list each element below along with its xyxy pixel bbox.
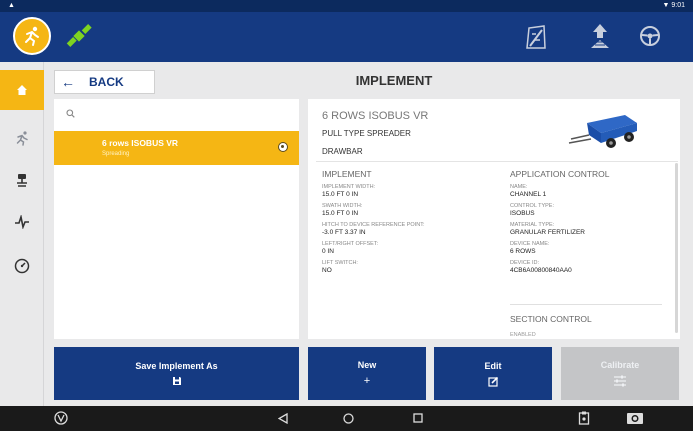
status-right: ▼ 9:01 bbox=[662, 2, 685, 9]
recent-apps-icon[interactable] bbox=[413, 413, 423, 423]
new-button-label: New bbox=[357, 360, 377, 370]
field-device-id: DEVICE ID: 4CB6A00800840AA0 bbox=[510, 260, 572, 274]
field-lift-switch: LIFT SWITCH: NO bbox=[322, 260, 358, 274]
arrow-left-icon: ← bbox=[61, 74, 75, 90]
running-person-icon bbox=[16, 131, 28, 146]
divider bbox=[510, 304, 662, 305]
sidebar-item-implement[interactable] bbox=[0, 160, 44, 200]
clipboard-icon[interactable] bbox=[578, 411, 590, 425]
calibrate-button[interactable]: Calibrate bbox=[561, 347, 679, 400]
back-button[interactable]: ← BACK bbox=[54, 70, 155, 94]
running-person-icon bbox=[25, 26, 39, 46]
sidebar-item-diagnostics[interactable] bbox=[0, 202, 44, 242]
field-implement-width: IMPLEMENT WIDTH: 15.0 FT 0 IN bbox=[322, 184, 376, 198]
list-item[interactable]: 6 rows ISOBUS VR Spreading bbox=[54, 131, 299, 165]
spreader-image bbox=[568, 115, 637, 148]
android-navigation-bar bbox=[0, 406, 693, 431]
app-window: ▲ ▼ 9:01 ← BACK IMPLEMENT 6 rows ISOBUS … bbox=[0, 0, 693, 431]
implement-section: IMPLEMENT IMPLEMENT WIDTH: 15.0 FT 0 IN … bbox=[322, 169, 502, 279]
field-left-right-offset: LEFT/RIGHT OFFSET: 0 IN bbox=[322, 241, 379, 255]
back-triangle-icon[interactable] bbox=[278, 413, 288, 424]
sidebar-item-gauges[interactable] bbox=[0, 246, 44, 286]
calibrate-button-label: Calibrate bbox=[600, 360, 640, 370]
page-title: IMPLEMENT bbox=[355, 73, 433, 88]
application-control-section: APPLICATION CONTROL NAME: CHANNEL 1 CONT… bbox=[510, 169, 670, 279]
section-control-enabled-label: ENABLED bbox=[510, 332, 536, 338]
list-item-name: 6 rows ISOBUS VR bbox=[102, 138, 179, 148]
list-item-subtitle: Spreading bbox=[102, 151, 130, 157]
steering-wheel-icon[interactable] bbox=[638, 22, 662, 50]
save-implement-as-label: Save Implement As bbox=[135, 361, 218, 371]
top-header-bar bbox=[0, 12, 693, 62]
implement-hitch: DRAWBAR bbox=[322, 147, 363, 156]
implement-icon bbox=[17, 174, 27, 187]
new-button[interactable]: New + bbox=[308, 347, 426, 400]
home-circle-icon[interactable] bbox=[343, 413, 354, 424]
field-name: NAME: CHANNEL 1 bbox=[510, 184, 547, 198]
clock-text: 9:01 bbox=[671, 2, 685, 9]
wifi-icon: ▼ bbox=[662, 2, 670, 9]
field-swath-width: SWATH WIDTH: 15.0 FT 0 IN bbox=[322, 203, 363, 217]
home-icon bbox=[17, 85, 27, 95]
back-button-label: BACK bbox=[89, 75, 124, 89]
field-material-type: MATERIAL TYPE: GRANULAR FERTILIZER bbox=[510, 222, 586, 236]
implement-detail-panel: 6 ROWS ISOBUS VR PULL TYPE SPREADER DRAW… bbox=[308, 99, 680, 339]
detail-scrollbar[interactable] bbox=[675, 163, 678, 333]
floppy-disk-icon bbox=[172, 377, 181, 385]
satellite-icon bbox=[66, 24, 92, 47]
pulse-icon bbox=[15, 215, 29, 229]
sliders-icon bbox=[614, 375, 626, 387]
edit-button[interactable]: Edit bbox=[434, 347, 552, 400]
app-logo-button[interactable] bbox=[13, 17, 51, 55]
system-status-bar: ▲ ▼ 9:01 bbox=[0, 0, 693, 12]
implement-section-title: IMPLEMENT bbox=[322, 169, 372, 179]
edit-button-label: Edit bbox=[484, 360, 502, 371]
save-implement-as-button[interactable]: Save Implement As bbox=[54, 347, 299, 400]
selected-radio[interactable] bbox=[278, 142, 288, 152]
field-hitch-to-reference: HITCH TO DEVICE REFERENCE POINT: -3.0 FT… bbox=[322, 222, 425, 236]
edit-icon bbox=[487, 376, 498, 387]
application-control-title: APPLICATION CONTROL bbox=[510, 169, 610, 179]
sidebar-item-home[interactable] bbox=[0, 70, 44, 110]
divider bbox=[316, 161, 678, 162]
field-control-type: CONTROL TYPE: ISOBUS bbox=[510, 203, 555, 217]
notification-icon: ▲ bbox=[8, 2, 15, 9]
field-device-name: DEVICE NAME: 6 ROWS bbox=[510, 241, 550, 255]
left-sidebar bbox=[0, 62, 44, 406]
gauge-icon bbox=[14, 258, 30, 274]
implement-type: PULL TYPE SPREADER bbox=[322, 129, 411, 138]
implement-name: 6 ROWS ISOBUS VR bbox=[322, 110, 429, 122]
sidebar-item-operator[interactable] bbox=[0, 118, 44, 158]
guidance-pivot-icon[interactable] bbox=[587, 22, 613, 52]
plus-icon: + bbox=[363, 375, 371, 387]
search-icon[interactable] bbox=[66, 109, 75, 118]
screenshot-camera-icon[interactable] bbox=[626, 410, 644, 426]
implement-list-panel: 6 rows ISOBUS VR Spreading bbox=[54, 99, 299, 339]
field-boundary-icon[interactable] bbox=[524, 22, 548, 50]
brand-logo-icon[interactable] bbox=[54, 411, 68, 425]
section-control-title: SECTION CONTROL bbox=[510, 314, 592, 324]
